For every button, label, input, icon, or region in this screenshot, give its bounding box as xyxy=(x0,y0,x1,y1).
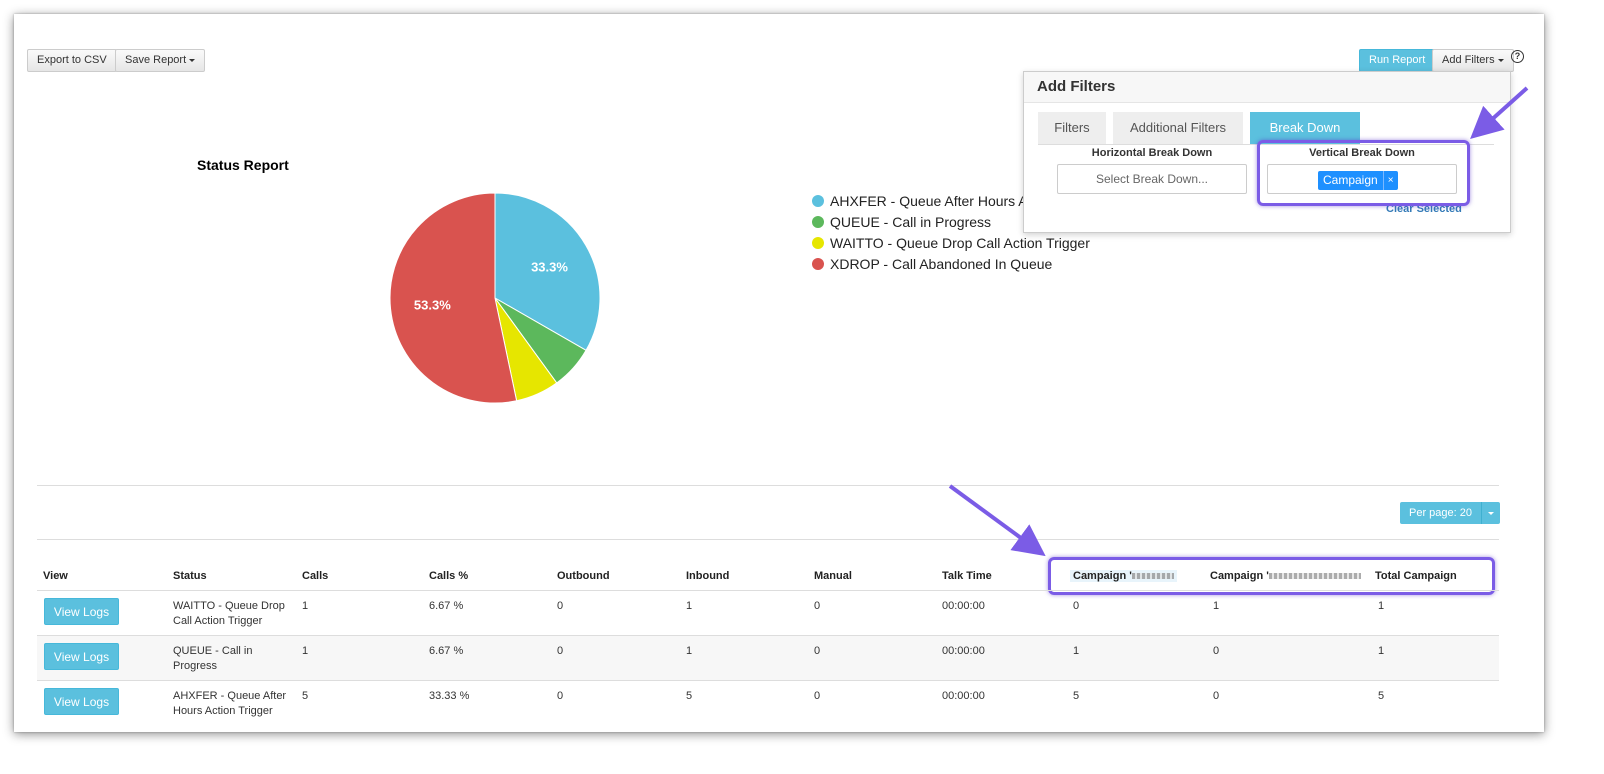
cell-outbound: 0 xyxy=(557,600,564,612)
table-row: View Logs AHXFER - Queue After Hours Acti… xyxy=(37,680,1499,726)
chevron-down-icon xyxy=(1497,58,1504,62)
cell-outbound: 0 xyxy=(557,645,564,657)
header-calls-pct: Calls % xyxy=(429,570,469,582)
export-csv-label: Export to CSV xyxy=(37,54,107,66)
header-talk-time: Talk Time xyxy=(942,570,992,582)
horizontal-break-down-select[interactable]: Select Break Down... xyxy=(1057,164,1247,194)
divider xyxy=(37,485,1499,486)
table-row: View Logs QUEUE - Call in Progress 1 6.67 %… xyxy=(37,635,1499,681)
cell-outbound: 0 xyxy=(557,690,564,702)
add-filters-label: Add Filters xyxy=(1442,54,1495,66)
cell-inbound: 5 xyxy=(686,690,693,702)
save-report-button[interactable]: Save Report xyxy=(115,49,206,72)
header-status: Status xyxy=(173,570,207,582)
cell-talk-time: 00:00:00 xyxy=(942,645,985,657)
cell-status: WAITTO - Queue Drop Call Action Trigger xyxy=(173,600,285,627)
cell-calls-pct: 33.33 % xyxy=(429,690,470,702)
cell-manual: 0 xyxy=(814,645,821,657)
legend-label: WAITTO - Queue Drop Call Action Trigger xyxy=(830,234,1090,251)
cell-total: 1 xyxy=(1378,645,1385,657)
cell-manual: 0 xyxy=(814,690,821,702)
view-logs-button[interactable]: View Logs xyxy=(44,643,119,670)
cell-total: 5 xyxy=(1378,690,1385,702)
view-logs-button[interactable]: View Logs xyxy=(44,598,119,625)
divider xyxy=(37,539,1499,540)
header-view: View xyxy=(43,570,68,582)
export-csv-button[interactable]: Export to CSV xyxy=(27,49,117,72)
cell-calls-pct: 6.67 % xyxy=(429,645,464,657)
cell-status: QUEUE - Call in Progress xyxy=(173,645,253,672)
cell-campaign-2: 0 xyxy=(1213,645,1220,657)
header-manual: Manual xyxy=(814,570,852,582)
cell-calls-pct: 6.67 % xyxy=(429,600,464,612)
header-outbound: Outbound xyxy=(557,570,610,582)
run-report-label: Run Report xyxy=(1369,54,1426,66)
legend-item[interactable]: WAITTO - Queue Drop Call Action Trigger xyxy=(812,232,1090,253)
cell-campaign-1: 0 xyxy=(1073,600,1080,612)
header-inbound: Inbound xyxy=(686,570,730,582)
vertical-highlight-box xyxy=(1257,140,1470,206)
table-row: View Logs WAITTO - Queue Drop Call Action… xyxy=(37,590,1499,636)
legend-swatch xyxy=(812,236,824,249)
legend-item[interactable]: XDROP - Call Abandoned In Queue xyxy=(812,253,1090,274)
run-report-button[interactable]: Run Report xyxy=(1359,49,1436,72)
view-logs-button[interactable]: View Logs xyxy=(44,688,119,715)
legend-swatch xyxy=(812,215,824,228)
legend-label: XDROP - Call Abandoned In Queue xyxy=(830,255,1053,272)
cell-talk-time: 00:00:00 xyxy=(942,600,985,612)
cell-calls: 1 xyxy=(302,645,309,657)
legend-swatch xyxy=(812,257,824,270)
cell-campaign-1: 1 xyxy=(1073,645,1080,657)
tab-filters[interactable]: Filters xyxy=(1038,112,1106,144)
cell-inbound: 1 xyxy=(686,600,693,612)
pie-data-label: 33.3% xyxy=(531,259,568,274)
header-calls: Calls xyxy=(302,570,329,582)
cell-calls: 1 xyxy=(302,600,309,612)
horizontal-placeholder: Select Break Down... xyxy=(1095,172,1209,186)
help-icon[interactable]: ? xyxy=(1511,50,1524,63)
per-page-dropdown[interactable]: Per page: 20 xyxy=(1400,502,1500,524)
legend-label: AHXFER - Queue After Hours Ac xyxy=(830,192,1035,209)
chevron-down-icon[interactable] xyxy=(1481,502,1500,524)
save-report-label: Save Report xyxy=(125,54,187,66)
cell-total: 1 xyxy=(1378,600,1385,612)
cell-inbound: 1 xyxy=(686,645,693,657)
cell-status: AHXFER - Queue After Hours Action Trigge… xyxy=(173,690,287,717)
pie-data-label: 53.3% xyxy=(414,298,451,313)
horizontal-break-down-label: Horizontal Break Down xyxy=(1091,147,1213,159)
cell-campaign-1: 5 xyxy=(1073,690,1080,702)
cell-campaign-2: 0 xyxy=(1213,690,1220,702)
cell-talk-time: 00:00:00 xyxy=(942,690,985,702)
legend-label: QUEUE - Call in Progress xyxy=(830,213,992,230)
per-page-label: Per page: 20 xyxy=(1400,502,1481,524)
chevron-down-icon xyxy=(189,58,196,62)
legend-swatch xyxy=(812,194,824,207)
cell-campaign-2: 1 xyxy=(1213,600,1220,612)
report-window: Export to CSV Save Report Run Report Add… xyxy=(14,14,1544,732)
chart-title: Status Report xyxy=(197,157,289,173)
tab-additional-filters[interactable]: Additional Filters xyxy=(1113,112,1243,144)
cell-manual: 0 xyxy=(814,600,821,612)
cell-calls: 5 xyxy=(302,690,309,702)
panel-title: Add Filters xyxy=(1024,72,1510,103)
add-filters-button[interactable]: Add Filters xyxy=(1432,49,1514,72)
